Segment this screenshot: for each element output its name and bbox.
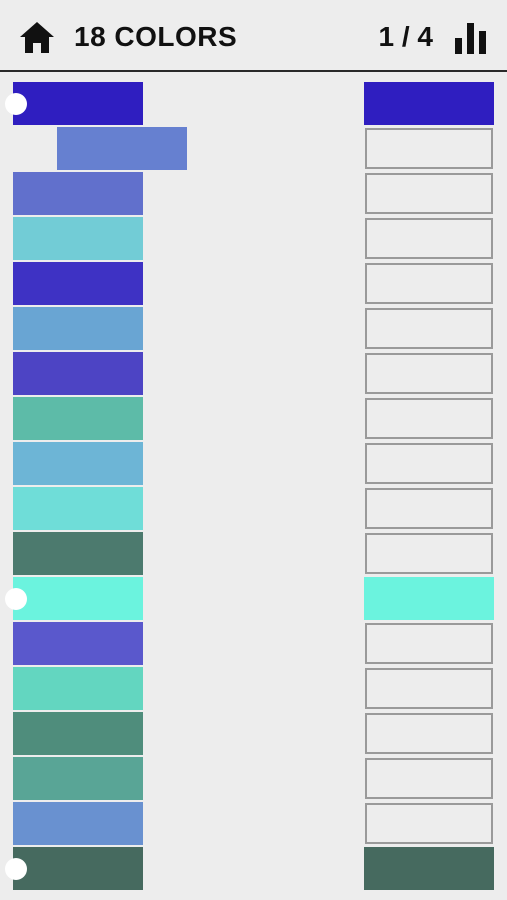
target-slot-filled <box>364 82 494 125</box>
bar-chart-icon[interactable] <box>453 20 489 56</box>
target-slot-filled <box>364 847 494 890</box>
color-tile[interactable] <box>57 127 187 170</box>
color-tile[interactable] <box>13 397 143 440</box>
color-tile[interactable] <box>13 757 143 800</box>
target-slot-empty[interactable] <box>365 218 493 259</box>
color-tile[interactable] <box>13 667 143 710</box>
target-slot-empty[interactable] <box>365 263 493 304</box>
color-tile[interactable] <box>13 802 143 845</box>
page-indicator: 1 / 4 <box>378 21 433 52</box>
target-slot-empty[interactable] <box>365 668 493 709</box>
color-tile-locked <box>5 577 143 620</box>
level-title: 18 COLORS <box>74 21 238 52</box>
color-tile[interactable] <box>13 172 143 215</box>
target-slot-empty[interactable] <box>365 533 493 574</box>
target-slot-empty[interactable] <box>365 488 493 529</box>
target-slot-empty[interactable] <box>365 173 493 214</box>
color-tile[interactable] <box>13 442 143 485</box>
target-slot-empty[interactable] <box>365 308 493 349</box>
color-tile-locked <box>5 82 143 125</box>
color-tile[interactable] <box>13 532 143 575</box>
home-icon[interactable] <box>18 20 56 56</box>
target-slot-empty[interactable] <box>365 803 493 844</box>
target-slot-empty[interactable] <box>365 713 493 754</box>
lock-dot-icon <box>5 587 27 610</box>
color-tile[interactable] <box>13 487 143 530</box>
target-slot-empty[interactable] <box>365 623 493 664</box>
color-tile[interactable] <box>13 712 143 755</box>
color-tile-locked <box>5 847 143 890</box>
target-slot-empty[interactable] <box>365 398 493 439</box>
color-tile[interactable] <box>13 217 143 260</box>
target-slot-empty[interactable] <box>365 353 493 394</box>
bar-chart-icon-glyph <box>455 23 486 54</box>
color-tile[interactable] <box>13 307 143 350</box>
color-tile[interactable] <box>13 622 143 665</box>
lock-dot-icon <box>5 92 27 115</box>
target-slot-filled <box>364 577 494 620</box>
color-tile[interactable] <box>13 352 143 395</box>
target-slot-empty[interactable] <box>365 443 493 484</box>
target-slot-empty[interactable] <box>365 128 493 169</box>
home-icon-glyph <box>20 22 54 53</box>
target-slot-empty[interactable] <box>365 758 493 799</box>
color-tile[interactable] <box>13 262 143 305</box>
top-bar: 18 COLORS 1 / 4 <box>0 0 507 72</box>
lock-dot-icon <box>5 857 27 880</box>
